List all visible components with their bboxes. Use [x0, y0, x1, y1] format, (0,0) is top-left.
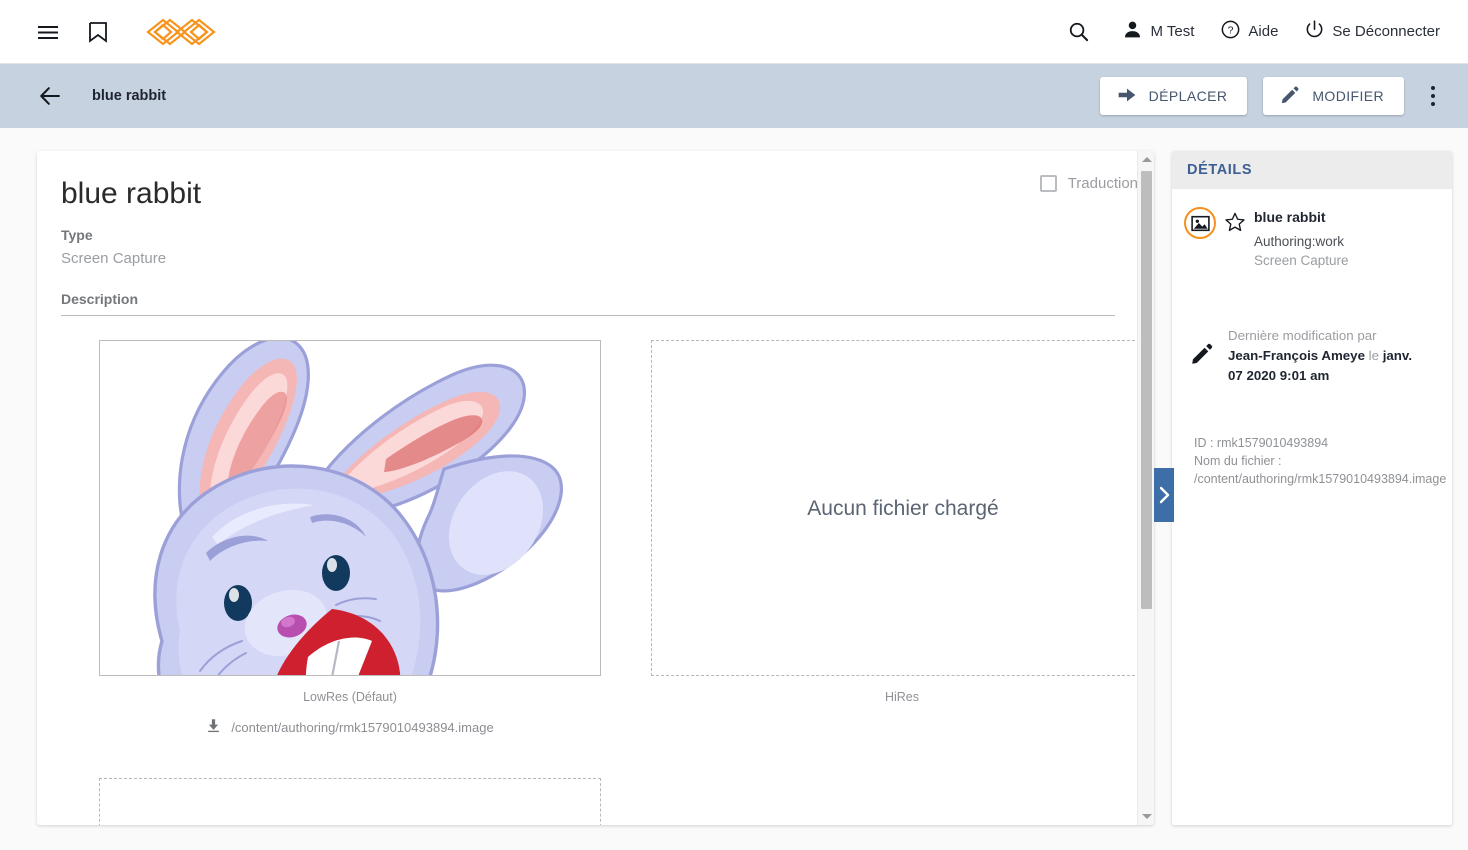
lowres-asset: LowRes (Défaut) /content/authoring/rmk15…: [99, 340, 601, 736]
modified-prefix: Dernière modification par: [1228, 328, 1377, 343]
breadcrumb[interactable]: blue rabbit: [92, 88, 166, 104]
description-underline: [61, 315, 1115, 316]
edit-button[interactable]: MODIFIER: [1263, 77, 1404, 115]
header-left-group: [0, 14, 220, 50]
main-scrollbar[interactable]: [1137, 151, 1154, 825]
help-label: Aide: [1248, 23, 1279, 40]
brand-logo-icon[interactable]: [142, 14, 220, 50]
chevron-right-icon: [1159, 486, 1170, 504]
content-area: Traduction blue rabbit Type Screen Captu…: [0, 128, 1468, 850]
details-id-line: ID : rmk1579010493894: [1194, 436, 1329, 450]
user-menu[interactable]: M Test: [1122, 19, 1194, 44]
help-circle-icon: ?: [1220, 19, 1241, 44]
details-asset-name: blue rabbit: [1254, 209, 1326, 225]
download-icon: [206, 718, 221, 736]
last-modified-row: Dernière modification par Jean-François …: [1190, 326, 1438, 386]
arrow-right-icon: [1117, 85, 1137, 108]
bookmark-icon[interactable]: [80, 14, 116, 50]
logout-menu[interactable]: Se Déconnecter: [1304, 19, 1440, 44]
edit-button-label: MODIFIER: [1312, 88, 1384, 104]
hires-empty-message: Aucun fichier chargé: [807, 497, 999, 520]
translation-checkbox[interactable]: Traduction: [1039, 175, 1138, 192]
lowres-caption: LowRes (Défaut): [303, 690, 397, 704]
translation-checkbox-box[interactable]: [1039, 175, 1057, 192]
rabbit-illustration: [100, 341, 600, 675]
hires-caption: HiRes: [884, 690, 920, 704]
header-right-group: M Test ? Aide Se Déconnecter: [1060, 14, 1468, 50]
modified-user: Jean-François Ameye: [1228, 348, 1365, 363]
additional-dropzone[interactable]: [99, 778, 601, 825]
details-identifiers: ID : rmk1579010493894 Nom du fichier : /…: [1194, 434, 1452, 488]
details-panel-body: blue rabbit Authoring:work Screen Captur…: [1172, 189, 1452, 488]
search-icon[interactable]: [1060, 14, 1096, 50]
details-panel-title: DÉTAILS: [1172, 151, 1452, 189]
triangle-down-icon[interactable]: [1138, 808, 1154, 825]
person-icon: [1122, 19, 1143, 44]
star-outline-icon[interactable]: [1224, 211, 1246, 233]
details-filename-line: Nom du fichier : /content/authoring/rmk1…: [1194, 454, 1447, 486]
app-header: M Test ? Aide Se Déconnecter: [0, 0, 1468, 64]
details-panel: DÉTAILS blue rabbit Authoring:work Scree…: [1172, 151, 1452, 825]
hires-asset: Aucun fichier chargé HiRes: [651, 340, 1154, 736]
sub-header-toolbar: blue rabbit DÉPLACER MODIFIER: [0, 64, 1468, 128]
lowres-preview[interactable]: [99, 340, 601, 676]
type-value: Screen Capture: [61, 250, 167, 267]
card-inner: Traduction blue rabbit Type Screen Captu…: [37, 151, 1154, 825]
details-asset-row: blue rabbit Authoring:work Screen Captur…: [1184, 207, 1438, 268]
page-title: blue rabbit: [61, 177, 202, 210]
lowres-file-link[interactable]: /content/authoring/rmk1579010493894.imag…: [99, 718, 601, 736]
sub-header-actions: DÉPLACER MODIFIER: [1099, 77, 1468, 115]
power-icon: [1304, 19, 1325, 44]
hires-dropzone[interactable]: Aucun fichier chargé: [651, 340, 1154, 676]
move-button-label: DÉPLACER: [1148, 88, 1228, 104]
move-button[interactable]: DÉPLACER: [1099, 77, 1248, 115]
logout-label: Se Déconnecter: [1332, 23, 1440, 40]
svg-text:?: ?: [1228, 24, 1234, 36]
help-menu[interactable]: ? Aide: [1220, 19, 1278, 44]
details-titles: blue rabbit Authoring:work Screen Captur…: [1254, 207, 1349, 268]
image-asset-icon: [1184, 207, 1216, 239]
details-asset-path: Authoring:work: [1254, 234, 1345, 249]
user-name-label: M Test: [1150, 23, 1195, 40]
description-label: Description: [61, 291, 139, 307]
triangle-up-icon[interactable]: [1138, 151, 1154, 168]
details-asset-subtype: Screen Capture: [1254, 253, 1349, 268]
details-panel-toggle[interactable]: [1154, 468, 1174, 522]
asset-detail-card: Traduction blue rabbit Type Screen Captu…: [37, 151, 1154, 825]
assets-row: LowRes (Défaut) /content/authoring/rmk15…: [61, 340, 1154, 736]
pencil-icon: [1190, 342, 1214, 371]
description-field: Description: [61, 291, 1116, 316]
scrollbar-thumb[interactable]: [1141, 171, 1152, 609]
modified-mid: le: [1364, 348, 1383, 363]
type-label: Type: [61, 227, 93, 243]
hamburger-menu-icon[interactable]: [30, 14, 66, 50]
kebab-menu-icon[interactable]: [1420, 79, 1446, 113]
last-modified-text: Dernière modification par Jean-François …: [1228, 326, 1414, 386]
pencil-icon: [1280, 85, 1300, 108]
arrow-left-icon[interactable]: [34, 79, 68, 113]
translation-label: Traduction: [1067, 175, 1138, 192]
lowres-file-path: /content/authoring/rmk1579010493894.imag…: [231, 719, 494, 735]
